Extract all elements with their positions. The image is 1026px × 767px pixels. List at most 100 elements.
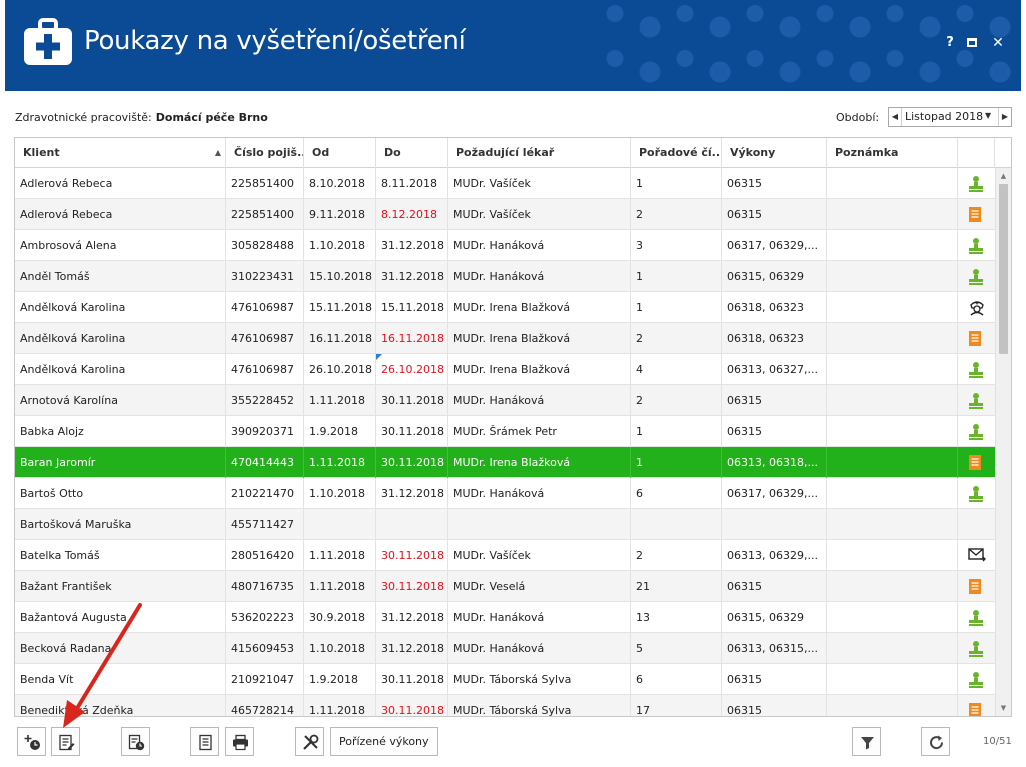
note-cell — [827, 199, 958, 230]
table-row[interactable]: Arnotová Karolína 355228452 1.11.2018 30.11… — [15, 385, 995, 416]
col-header-doctor[interactable]: Požadující lékař — [448, 138, 631, 168]
table-row[interactable]: Benediktová Zdeňka 465728214 1.11.2018 30.1… — [15, 695, 995, 716]
insurance-number-cell: 310223431 — [226, 261, 304, 292]
doctor-cell: MUDr. Vašíček — [448, 199, 631, 230]
col-header-order[interactable]: Pořadové čí... — [631, 138, 722, 168]
status-cell[interactable] — [958, 385, 995, 416]
date-from-cell: 30.9.2018 — [304, 602, 376, 633]
status-cell[interactable] — [958, 633, 995, 664]
status-cell[interactable] — [958, 509, 995, 540]
table-row[interactable]: Bažant František 480716735 1.11.2018 30.11.… — [15, 571, 995, 602]
date-from-cell — [304, 509, 376, 540]
scrollbar-thumb[interactable] — [999, 184, 1008, 354]
table-row[interactable]: Bažantová Augusta 536202223 30.9.2018 31.12… — [15, 602, 995, 633]
table-row[interactable]: Adlerová Rebeca 225851400 8.10.2018 8.11.20… — [15, 168, 995, 199]
table-row[interactable]: Bartošková Maruška 455711427 — [15, 509, 995, 540]
table-row[interactable]: Andělková Karolina 476106987 16.11.2018 16.… — [15, 323, 995, 354]
col-header-status[interactable] — [958, 138, 995, 168]
comment-flag-icon — [376, 354, 382, 360]
table-row[interactable]: Andělková Karolina 476106987 15.11.2018 15.… — [15, 292, 995, 323]
document-icon — [969, 579, 981, 594]
document-button[interactable] — [190, 727, 219, 756]
table-row[interactable]: Andělková Karolina 476106987 26.10.2018 26.… — [15, 354, 995, 385]
table-row[interactable]: Ambrosová Alena 305828488 1.10.2018 31.12.2… — [15, 230, 995, 261]
procedures-cell: 06313, 06318,... — [722, 447, 827, 478]
close-button[interactable]: ✕ — [989, 34, 1007, 52]
table-row[interactable]: Bartoš Otto 210221470 1.10.2018 31.12.2018 M… — [15, 478, 995, 509]
col-header-note[interactable]: Poznámka — [827, 138, 958, 168]
document-icon — [969, 455, 981, 470]
edit-referral-button[interactable] — [51, 727, 80, 756]
order-cell: 5 — [631, 633, 722, 664]
doctor-cell: MUDr. Irena Blažková — [448, 447, 631, 478]
status-cell[interactable] — [958, 664, 995, 695]
client-cell: Andělková Karolina — [15, 354, 226, 385]
vertical-scrollbar[interactable]: ▲ ▼ — [995, 168, 1011, 716]
status-cell[interactable] — [958, 199, 995, 230]
status-cell[interactable] — [958, 540, 995, 571]
document-icon — [969, 207, 981, 222]
doctor-cell: MUDr. Irena Blažková — [448, 354, 631, 385]
status-cell[interactable] — [958, 261, 995, 292]
table-row[interactable]: Anděl Tomáš 310223431 15.10.2018 31.12.2018… — [15, 261, 995, 292]
note-cell — [827, 447, 958, 478]
period-prev-button[interactable]: ◀ — [889, 108, 902, 126]
order-cell: 2 — [631, 385, 722, 416]
recorded-procedures-button[interactable]: Pořízené výkony — [330, 727, 438, 756]
status-cell[interactable] — [958, 292, 995, 323]
note-cell — [827, 323, 958, 354]
status-cell[interactable] — [958, 695, 995, 716]
status-cell[interactable] — [958, 354, 995, 385]
table-row[interactable]: Babka Alojz 390920371 1.9.2018 30.11.2018 MU… — [15, 416, 995, 447]
table-row[interactable]: Benda Vít 210921047 1.9.2018 30.11.2018 MUDr… — [15, 664, 995, 695]
maximize-button[interactable] — [963, 34, 981, 52]
referrals-grid: Klient ▲ Číslo pojiš... Od Do Požadující … — [14, 137, 1012, 717]
table-row[interactable]: Batelka Tomáš 280516420 1.11.2018 30.11.201… — [15, 540, 995, 571]
order-cell: 21 — [631, 571, 722, 602]
status-cell[interactable] — [958, 230, 995, 261]
help-button[interactable]: ? — [941, 34, 959, 52]
procedures-cell: 06315 — [722, 695, 827, 716]
order-cell: 1 — [631, 261, 722, 292]
insurance-number-cell: 355228452 — [226, 385, 304, 416]
status-cell[interactable] — [958, 571, 995, 602]
table-row-selected[interactable]: Baran Jaromír 470414443 1.11.2018 30.11.201… — [15, 447, 995, 478]
date-to-cell: 16.11.2018 — [376, 323, 448, 354]
date-to-cell: 31.12.2018 — [376, 602, 448, 633]
period-selector[interactable]: ◀ Listopad 2018 ▼ ▶ — [888, 107, 1012, 127]
filter-button[interactable] — [852, 727, 881, 756]
history-button[interactable] — [121, 727, 150, 756]
status-cell[interactable] — [958, 447, 995, 478]
add-clock-icon — [24, 735, 40, 750]
tools-button[interactable] — [295, 727, 324, 756]
print-button[interactable] — [225, 727, 254, 756]
grid-header: Klient ▲ Číslo pojiš... Od Do Požadující … — [15, 138, 1011, 168]
status-cell[interactable] — [958, 602, 995, 633]
note-cell — [827, 664, 958, 695]
status-cell[interactable] — [958, 416, 995, 447]
date-from-cell: 1.11.2018 — [304, 447, 376, 478]
col-header-insurance[interactable]: Číslo pojiš... — [226, 138, 304, 168]
period-next-button[interactable]: ▶ — [998, 108, 1011, 126]
col-header-procedures[interactable]: Výkony — [722, 138, 827, 168]
status-cell[interactable] — [958, 168, 995, 199]
refresh-button[interactable] — [921, 727, 950, 756]
document-icon — [199, 734, 212, 751]
col-header-to[interactable]: Do — [376, 138, 448, 168]
insurance-number-cell: 476106987 — [226, 292, 304, 323]
add-scheduled-button[interactable] — [17, 727, 46, 756]
note-cell — [827, 571, 958, 602]
scroll-up-icon[interactable]: ▲ — [996, 168, 1011, 184]
person-stamp-icon — [969, 269, 983, 285]
order-cell: 2 — [631, 323, 722, 354]
table-row[interactable]: Becková Radana 415609453 1.10.2018 31.12.20… — [15, 633, 995, 664]
document-clock-icon — [128, 734, 145, 751]
col-header-from[interactable]: Od — [304, 138, 376, 168]
status-cell[interactable] — [958, 478, 995, 509]
chevron-down-icon[interactable]: ▼ — [985, 111, 991, 120]
table-row[interactable]: Adlerová Rebeca 225851400 9.11.2018 8.12.20… — [15, 199, 995, 230]
col-header-client[interactable]: Klient ▲ — [15, 138, 226, 168]
client-cell: Andělková Karolina — [15, 323, 226, 354]
scroll-down-icon[interactable]: ▼ — [996, 700, 1011, 716]
status-cell[interactable] — [958, 323, 995, 354]
